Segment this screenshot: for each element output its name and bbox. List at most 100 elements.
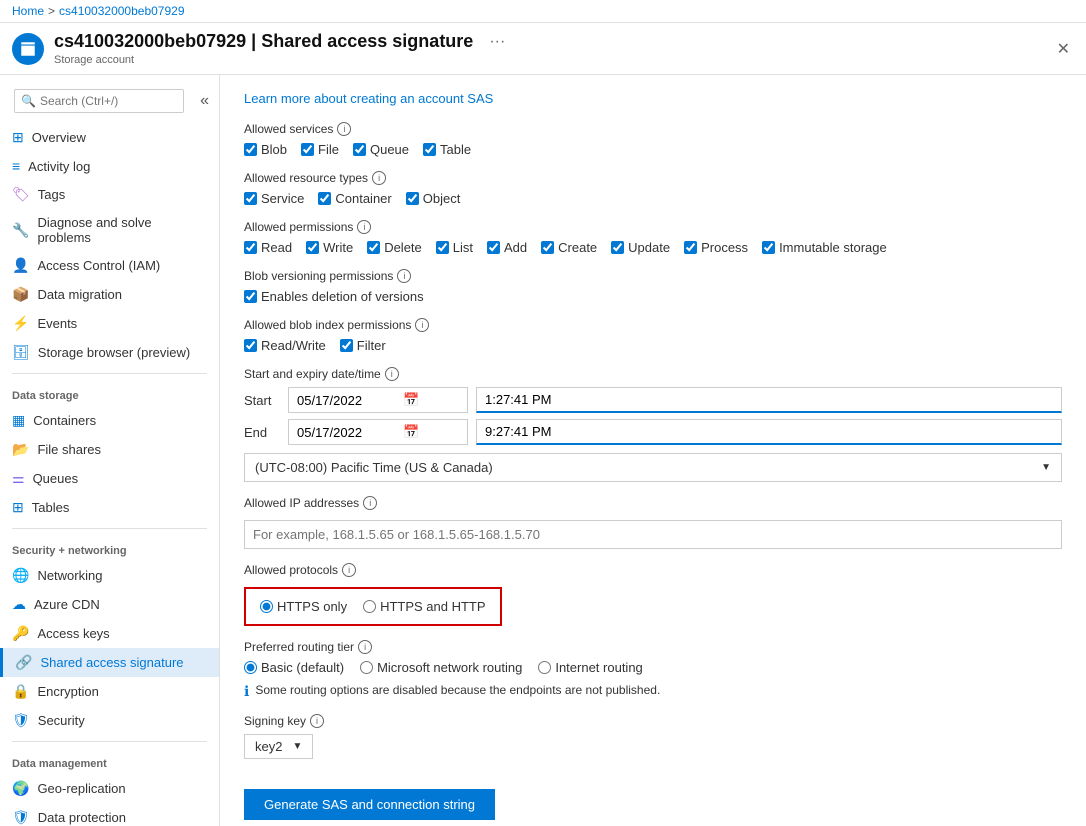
nav-item-networking[interactable]: 🌐 Networking <box>0 561 219 590</box>
allowed-ip-info-icon[interactable]: i <box>363 496 377 510</box>
nav-item-overview[interactable]: ⊞ Overview <box>0 123 219 152</box>
nav-item-file-shares[interactable]: 📂 File shares <box>0 435 219 464</box>
breadcrumb-account[interactable]: cs410032000beb07929 <box>59 4 184 18</box>
globe-icon: 🌍 <box>12 780 29 797</box>
blob-index-readwrite-checkbox[interactable]: Read/Write <box>244 338 326 353</box>
search-icon: 🔍 <box>21 94 36 108</box>
data-management-section-label: Data management <box>0 748 219 774</box>
blob-index-filter-checkbox[interactable]: Filter <box>340 338 386 353</box>
close-button[interactable]: ✕ <box>1057 39 1070 59</box>
timezone-select[interactable]: (UTC-08:00) Pacific Time (US & Canada) ▼ <box>244 453 1062 482</box>
nav-item-encryption[interactable]: 🔒 Encryption <box>0 677 219 706</box>
allowed-protocols-info-icon[interactable]: i <box>342 563 356 577</box>
versioning-deletion-checkbox[interactable]: Enables deletion of versions <box>244 289 424 304</box>
perm-write-checkbox[interactable]: Write <box>306 240 353 255</box>
routing-basic-radio[interactable]: Basic (default) <box>244 660 344 675</box>
nav-item-geo-replication[interactable]: 🌍 Geo-replication <box>0 774 219 803</box>
perm-process-checkbox[interactable]: Process <box>684 240 748 255</box>
service-file-checkbox[interactable]: File <box>301 142 339 157</box>
page-subtitle: Storage account <box>54 54 505 66</box>
protocol-https-only-radio[interactable]: HTTPS only <box>260 599 347 614</box>
end-date-input[interactable] <box>297 425 397 440</box>
nav-item-events[interactable]: ⚡ Events <box>0 309 219 338</box>
list-icon: ≡ <box>12 158 20 174</box>
collapse-sidebar-button[interactable]: « <box>196 90 213 112</box>
nav-item-access-control[interactable]: 👤 Access Control (IAM) <box>0 251 219 280</box>
sidebar: 🔍 « ⊞ Overview ≡ Activity log 🏷 Tags 🔧 D… <box>0 75 220 826</box>
perm-read-checkbox[interactable]: Read <box>244 240 292 255</box>
info-circle-icon: ℹ <box>244 683 249 700</box>
protocol-https-http-radio[interactable]: HTTPS and HTTP <box>363 599 485 614</box>
calendar-icon-start[interactable]: 📅 <box>403 392 419 408</box>
signing-key-value: key2 <box>255 739 282 754</box>
start-date-input[interactable] <box>297 393 397 408</box>
nav-item-storage-browser[interactable]: 🗄 Storage browser (preview) <box>0 338 219 367</box>
person-shield-icon: 👤 <box>12 257 29 274</box>
perm-create-checkbox[interactable]: Create <box>541 240 597 255</box>
allowed-resource-types-info-icon[interactable]: i <box>372 171 386 185</box>
allowed-permissions-label: Allowed permissions i <box>244 220 1062 234</box>
nav-item-queues[interactable]: ⚌ Queues <box>0 464 219 493</box>
nav-item-access-keys[interactable]: 🔑 Access keys <box>0 619 219 648</box>
service-queue-checkbox[interactable]: Queue <box>353 142 409 157</box>
breadcrumb-home[interactable]: Home <box>12 4 44 18</box>
storage-browser-icon: 🗄 <box>12 344 30 361</box>
resource-service-checkbox[interactable]: Service <box>244 191 304 206</box>
perm-immutable-checkbox[interactable]: Immutable storage <box>762 240 887 255</box>
service-blob-checkbox[interactable]: Blob <box>244 142 287 157</box>
nav-item-activity-log[interactable]: ≡ Activity log <box>0 152 219 180</box>
routing-microsoft-radio[interactable]: Microsoft network routing <box>360 660 522 675</box>
learn-more-link[interactable]: Learn more about creating an account SAS <box>244 91 1062 106</box>
perm-delete-checkbox[interactable]: Delete <box>367 240 422 255</box>
resource-object-checkbox[interactable]: Object <box>406 191 461 206</box>
nav-item-shared-access-signature[interactable]: 🔗 Shared access signature <box>0 648 219 677</box>
perm-list-checkbox[interactable]: List <box>436 240 473 255</box>
blob-index-info-icon[interactable]: i <box>415 318 429 332</box>
service-table-checkbox[interactable]: Table <box>423 142 471 157</box>
nav-item-security[interactable]: 🛡 Security <box>0 706 219 735</box>
allowed-services-info-icon[interactable]: i <box>337 122 351 136</box>
routing-tier-info-icon[interactable]: i <box>358 640 372 654</box>
signing-key-select[interactable]: key2 ▼ <box>244 734 313 759</box>
signing-key-label: Signing key i <box>244 714 1062 728</box>
end-date-input-wrapper[interactable]: 📅 <box>288 419 468 445</box>
allowed-protocols-section: Allowed protocols i HTTPS only HTTPS and… <box>244 563 1062 626</box>
generate-sas-button[interactable]: Generate SAS and connection string <box>244 789 495 820</box>
allowed-ip-input[interactable] <box>244 520 1062 549</box>
perm-add-checkbox[interactable]: Add <box>487 240 527 255</box>
chevron-down-signing-key-icon: ▼ <box>292 741 302 752</box>
storage-account-icon <box>12 33 44 65</box>
routing-note-text: Some routing options are disabled becaus… <box>255 683 660 697</box>
routing-internet-radio[interactable]: Internet routing <box>538 660 642 675</box>
calendar-icon-end[interactable]: 📅 <box>403 424 419 440</box>
nav-item-diagnose[interactable]: 🔧 Diagnose and solve problems <box>0 209 219 251</box>
search-input[interactable] <box>40 94 177 108</box>
migrate-icon: 📦 <box>12 286 29 303</box>
blob-versioning-info-icon[interactable]: i <box>397 269 411 283</box>
more-options-button[interactable]: ··· <box>489 33 505 51</box>
nav-item-data-protection[interactable]: 🛡 Data protection <box>0 803 219 826</box>
search-box[interactable]: 🔍 <box>14 89 184 113</box>
allowed-permissions-info-icon[interactable]: i <box>357 220 371 234</box>
nav-item-data-migration[interactable]: 📦 Data migration <box>0 280 219 309</box>
signing-key-info-icon[interactable]: i <box>310 714 324 728</box>
grid-icon: ⊞ <box>12 129 24 146</box>
allowed-services-section: Allowed services i Blob File Queue Table <box>244 122 1062 157</box>
resource-container-checkbox[interactable]: Container <box>318 191 391 206</box>
nav-item-tables[interactable]: ⊞ Tables <box>0 493 219 522</box>
breadcrumb-separator: > <box>48 4 55 18</box>
start-expiry-info-icon[interactable]: i <box>385 367 399 381</box>
timezone-value: (UTC-08:00) Pacific Time (US & Canada) <box>255 460 493 475</box>
cdn-icon: ☁ <box>12 596 26 613</box>
wrench-icon: 🔧 <box>12 222 29 239</box>
end-time-input[interactable] <box>476 419 1062 445</box>
file-share-icon: 📂 <box>12 441 29 458</box>
start-date-input-wrapper[interactable]: 📅 <box>288 387 468 413</box>
nav-item-azure-cdn[interactable]: ☁ Azure CDN <box>0 590 219 619</box>
nav-item-tags[interactable]: 🏷 Tags <box>0 180 219 209</box>
allowed-protocols-label: Allowed protocols i <box>244 563 1062 577</box>
page-title: cs410032000beb07929 | Shared access sign… <box>54 31 473 52</box>
perm-update-checkbox[interactable]: Update <box>611 240 670 255</box>
nav-item-containers[interactable]: ▦ Containers <box>0 406 219 435</box>
start-time-input[interactable] <box>476 387 1062 413</box>
